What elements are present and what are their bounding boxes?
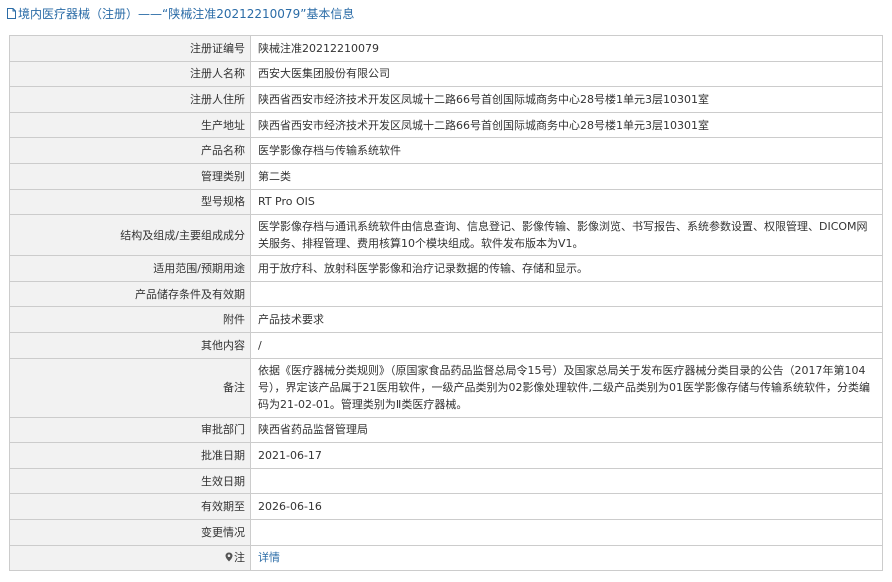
- table-row: 批准日期 2021-06-17: [9, 442, 883, 469]
- row-value: 用于放疗科、放射科医学影像和治疗记录数据的传输、存储和显示。: [250, 255, 883, 282]
- table-row: 附件 产品技术要求: [9, 306, 883, 333]
- table-row: 适用范围/预期用途 用于放疗科、放射科医学影像和治疗记录数据的传输、存储和显示。: [9, 255, 883, 282]
- device-info-table: 注册证编号 陕械注准20212210079 注册人名称 西安大医集团股份有限公司…: [9, 35, 883, 572]
- row-value: [250, 518, 883, 546]
- page-title: 境内医疗器械（注册）——“陕械注准20212210079”基本信息: [0, 0, 892, 26]
- row-value: 第二类: [250, 162, 883, 190]
- note-label: 注: [9, 544, 251, 572]
- row-value: 医学影像存档与传输系统软件: [250, 137, 883, 164]
- row-label: 结构及组成/主要组成成分: [9, 214, 251, 257]
- table-row: 变更情况: [9, 518, 883, 546]
- row-label: 审批部门: [9, 416, 251, 444]
- row-value: [250, 280, 883, 308]
- row-value: 产品技术要求: [250, 306, 883, 333]
- pin-icon: [225, 552, 233, 562]
- row-value: 依据《医疗器械分类规则》（原国家食品药品监督总局令15号）及国家总局关于发布医疗…: [250, 357, 883, 418]
- row-value: 西安大医集团股份有限公司: [250, 60, 883, 88]
- row-label: 生效日期: [9, 467, 251, 495]
- row-value: 2026-06-16: [250, 493, 883, 520]
- row-label: 有效期至: [9, 493, 251, 520]
- table-row: 备注 依据《医疗器械分类规则》（原国家食品药品监督总局令15号）及国家总局关于发…: [9, 357, 883, 418]
- row-label: 注册人住所: [9, 86, 251, 113]
- row-value: 陕西省西安市经济技术开发区凤城十二路66号首创国际城商务中心28号楼1单元3层1…: [250, 86, 883, 113]
- row-value: 2021-06-17: [250, 442, 883, 469]
- note-value: 详情: [250, 544, 883, 572]
- table-row: 审批部门 陕西省药品监督管理局: [9, 416, 883, 444]
- table-row: 结构及组成/主要组成成分 医学影像存档与通讯系统软件由信息查询、信息登记、影像传…: [9, 214, 883, 257]
- table-row: 生产地址 陕西省西安市经济技术开发区凤城十二路66号首创国际城商务中心28号楼1…: [9, 111, 883, 139]
- table-row: 注册人名称 西安大医集团股份有限公司: [9, 60, 883, 88]
- table-row: 型号规格 RT Pro OIS: [9, 188, 883, 216]
- document-icon: [7, 7, 16, 19]
- row-label: 适用范围/预期用途: [9, 255, 251, 282]
- row-label: 型号规格: [9, 188, 251, 216]
- row-label: 产品储存条件及有效期: [9, 280, 251, 308]
- row-value: 陕西省西安市经济技术开发区凤城十二路66号首创国际城商务中心28号楼1单元3层1…: [250, 111, 883, 139]
- table-row: 产品名称 医学影像存档与传输系统软件: [9, 137, 883, 164]
- row-label: 注册证编号: [9, 35, 251, 62]
- row-label: 备注: [9, 357, 251, 418]
- row-value: 陕械注准20212210079: [250, 35, 883, 62]
- table-row: 管理类别 第二类: [9, 162, 883, 190]
- page-title-text: 境内医疗器械（注册）——“陕械注准20212210079”基本信息: [18, 6, 355, 21]
- table-row: 生效日期: [9, 467, 883, 495]
- row-value: 陕西省药品监督管理局: [250, 416, 883, 444]
- row-value: 医学影像存档与通讯系统软件由信息查询、信息登记、影像传输、影像浏览、书写报告、系…: [250, 214, 883, 257]
- table-row: 产品储存条件及有效期: [9, 280, 883, 308]
- row-label: 附件: [9, 306, 251, 333]
- table-row: 注册人住所 陕西省西安市经济技术开发区凤城十二路66号首创国际城商务中心28号楼…: [9, 86, 883, 113]
- note-label-text: 注: [234, 551, 245, 565]
- row-label: 变更情况: [9, 518, 251, 546]
- row-label: 注册人名称: [9, 60, 251, 88]
- row-label: 生产地址: [9, 111, 251, 139]
- row-value: [250, 467, 883, 495]
- row-value: RT Pro OIS: [250, 188, 883, 216]
- row-label: 批准日期: [9, 442, 251, 469]
- table-row: 注册证编号 陕械注准20212210079: [9, 35, 883, 62]
- table-row-note: 注 详情: [9, 544, 883, 572]
- table-row: 有效期至 2026-06-16: [9, 493, 883, 520]
- row-label: 管理类别: [9, 162, 251, 190]
- row-label: 其他内容: [9, 331, 251, 359]
- row-label: 产品名称: [9, 137, 251, 164]
- details-link[interactable]: 详情: [258, 551, 280, 564]
- row-value: /: [250, 331, 883, 359]
- table-row: 其他内容 /: [9, 331, 883, 359]
